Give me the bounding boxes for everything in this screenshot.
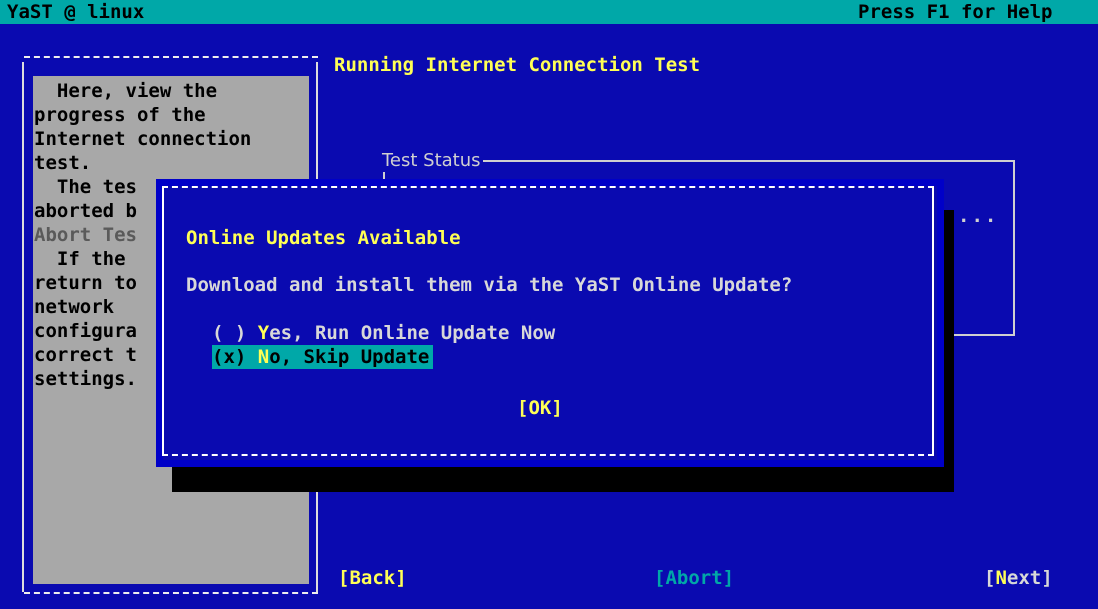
popup-heading: Online Updates Available (186, 227, 461, 249)
window-title: YaST @ linux (7, 1, 145, 23)
popup-question: Download and install them via the YaST O… (186, 274, 793, 296)
abort-button[interactable]: [Abort] (654, 566, 734, 590)
help-panel-border-left (22, 62, 26, 592)
help-line: test. (34, 152, 92, 174)
help-line: Internet connection (34, 128, 252, 150)
radio-hotkey: Y (257, 322, 270, 344)
radio-label: o, Skip Update (269, 346, 430, 368)
radio-indicator: ( ) (212, 322, 258, 344)
radio-label: es, Run Online Update Now (269, 322, 556, 344)
help-line: progress of the (34, 104, 206, 126)
title-bar: YaST @ linux Press F1 for Help (0, 0, 1098, 24)
ok-button[interactable]: [OK] (517, 396, 563, 420)
help-hint: Press F1 for Help (858, 1, 1053, 23)
next-hotkey: N (995, 567, 1007, 589)
radio-run-update-now[interactable]: ( ) Yes, Run Online Update Now (212, 321, 555, 345)
test-status-label: Test Status (380, 150, 483, 172)
back-button[interactable]: [Back] (338, 566, 407, 590)
radio-indicator: (x) (212, 346, 258, 368)
next-button[interactable]: [Next] (984, 566, 1053, 590)
next-label: ext] (1006, 567, 1053, 589)
help-line: Here, view the (34, 80, 218, 102)
radio-hotkey: N (257, 346, 270, 368)
next-bracket: [ (984, 567, 996, 589)
test-status-progress: ... (958, 205, 999, 227)
page-title: Running Internet Connection Test (334, 54, 701, 76)
radio-skip-update[interactable]: (x) No, Skip Update (212, 345, 434, 369)
